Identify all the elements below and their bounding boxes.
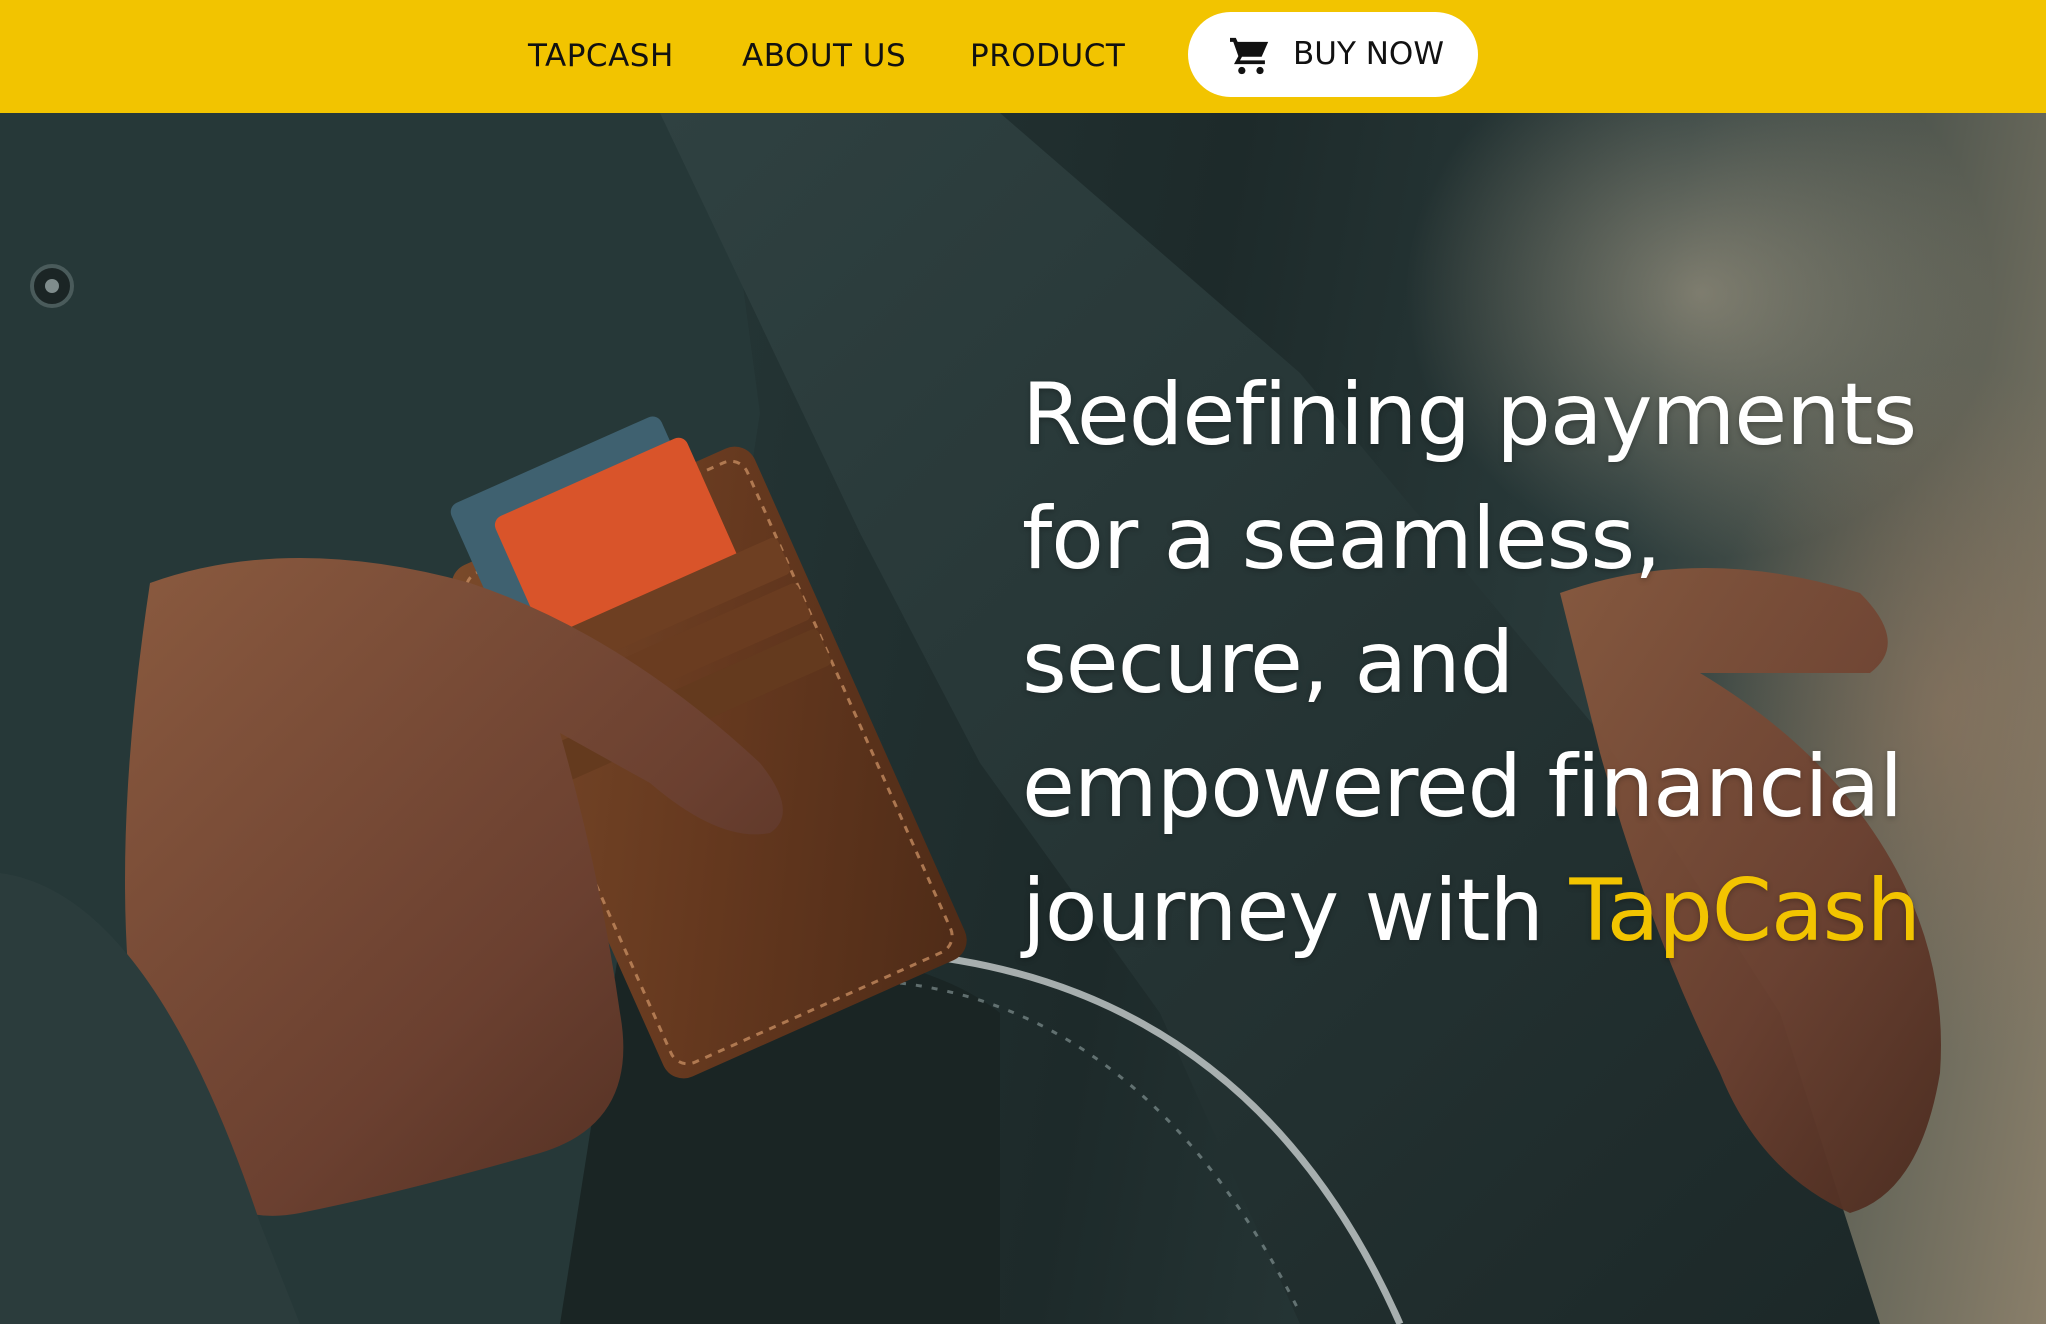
buy-now-button[interactable]: BUY NOW: [1188, 12, 1478, 97]
hero-section: Redefining payments for a seamless, secu…: [0, 113, 2046, 1324]
headline-line-5: journey with TapCash: [1022, 849, 2032, 973]
buy-now-label: BUY NOW: [1293, 36, 1444, 72]
top-navbar: TAPCASH ABOUT US PRODUCT BUY NOW: [0, 0, 2046, 113]
headline-line-5-prefix: journey with: [1022, 861, 1570, 961]
headline-line-3: secure, and: [1022, 613, 1514, 713]
headline-line-4: empowered financial: [1022, 737, 1903, 837]
nav-link-product[interactable]: PRODUCT: [970, 0, 1125, 113]
hero-headline: Redefining payments for a seamless, secu…: [1022, 353, 2032, 973]
shopping-cart-icon: [1228, 36, 1272, 76]
headline-line-1: Redefining payments: [1022, 365, 1917, 465]
nav-link-about-us[interactable]: ABOUT US: [742, 0, 906, 113]
headline-line-2: for a seamless,: [1022, 489, 1662, 589]
nav-link-tapcash[interactable]: TAPCASH: [528, 0, 674, 113]
headline-brand-name: TapCash: [1569, 861, 1921, 961]
